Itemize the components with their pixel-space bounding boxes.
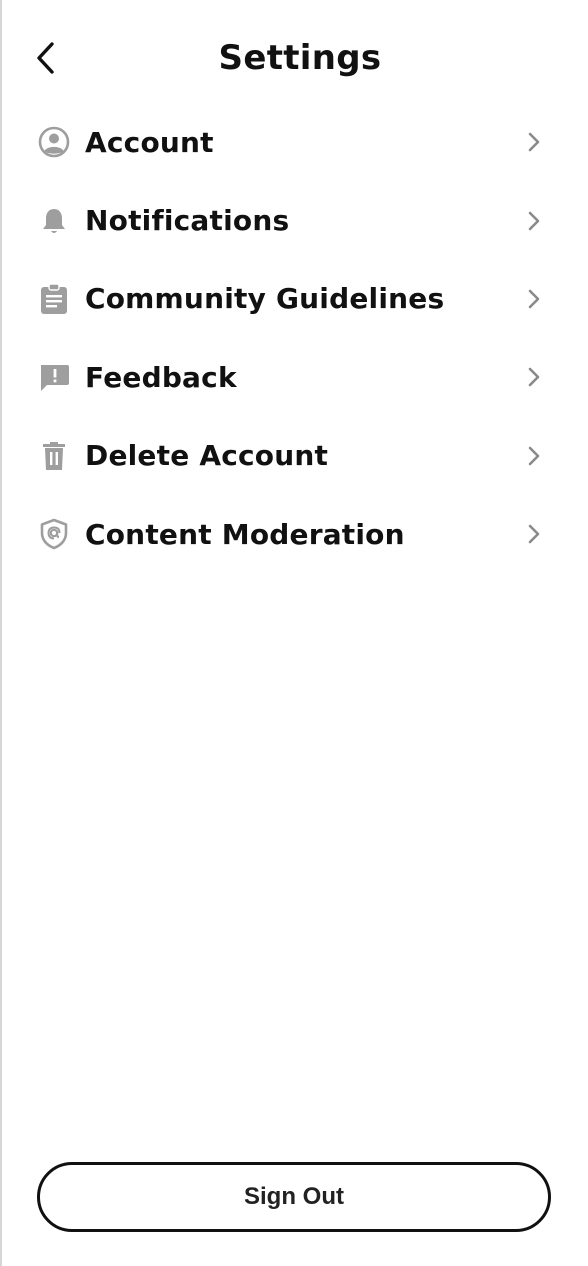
account-circle-icon (38, 126, 70, 158)
menu-item-feedback[interactable]: Feedback (0, 338, 588, 416)
shield-icon (38, 518, 70, 550)
menu-item-label: Delete Account (85, 439, 329, 473)
sign-out-button[interactable]: Sign Out (37, 1162, 551, 1232)
menu-item-label: Feedback (85, 360, 237, 394)
chevron-right-icon (524, 522, 544, 546)
chevron-right-icon (524, 444, 544, 468)
header: Settings (0, 0, 588, 118)
menu-item-label: Content Moderation (85, 517, 405, 551)
chevron-right-icon (524, 130, 544, 154)
menu-item-label: Community Guidelines (85, 282, 445, 316)
page-title: Settings (218, 38, 382, 78)
trash-icon (38, 440, 70, 472)
menu-item-community-guidelines[interactable]: Community Guidelines (0, 260, 588, 338)
menu-item-label: Account (85, 125, 214, 159)
bell-icon (38, 205, 70, 237)
menu-item-notifications[interactable]: Notifications (0, 181, 588, 259)
menu-item-delete-account[interactable]: Delete Account (0, 417, 588, 495)
chevron-right-icon (524, 287, 544, 311)
clipboard-icon (38, 283, 70, 315)
menu-item-label: Notifications (85, 204, 290, 238)
menu-item-account[interactable]: Account (0, 103, 588, 181)
chevron-right-icon (524, 365, 544, 389)
menu-item-content-moderation[interactable]: Content Moderation (0, 495, 588, 573)
settings-menu: Account Notifications Community Guidelin… (0, 103, 588, 573)
chevron-right-icon (524, 209, 544, 233)
feedback-icon (38, 361, 70, 393)
